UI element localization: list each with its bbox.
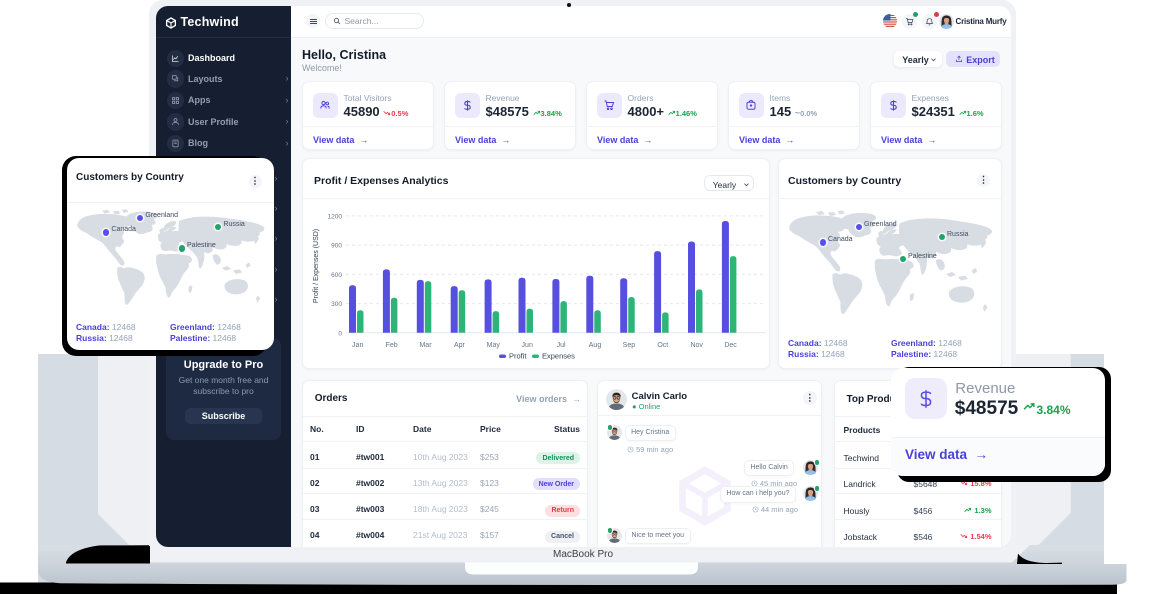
svg-text:Profit / Expenses (USD): Profit / Expenses (USD) [313, 229, 320, 303]
svg-text:Dec: Dec [724, 342, 737, 349]
svg-text:Mar: Mar [419, 342, 432, 349]
svg-text:Expenses: Expenses [542, 352, 575, 361]
svg-text:Jan: Jan [352, 342, 363, 349]
svg-text:Sep: Sep [623, 342, 636, 349]
svg-text:May: May [487, 342, 501, 349]
svg-text:Feb: Feb [386, 342, 398, 349]
svg-text:600: 600 [331, 272, 342, 279]
svg-text:900: 900 [331, 243, 342, 250]
svg-text:1200: 1200 [328, 213, 343, 220]
svg-text:300: 300 [331, 301, 342, 308]
svg-text:Jun: Jun [522, 342, 533, 349]
svg-text:Apr: Apr [454, 342, 466, 349]
svg-text:0: 0 [338, 330, 342, 337]
svg-text:Nov: Nov [690, 342, 703, 349]
svg-text:Profit: Profit [509, 352, 527, 361]
svg-text:Aug: Aug [589, 342, 602, 349]
svg-text:Oct: Oct [657, 342, 668, 349]
svg-text:Jul: Jul [557, 342, 566, 349]
